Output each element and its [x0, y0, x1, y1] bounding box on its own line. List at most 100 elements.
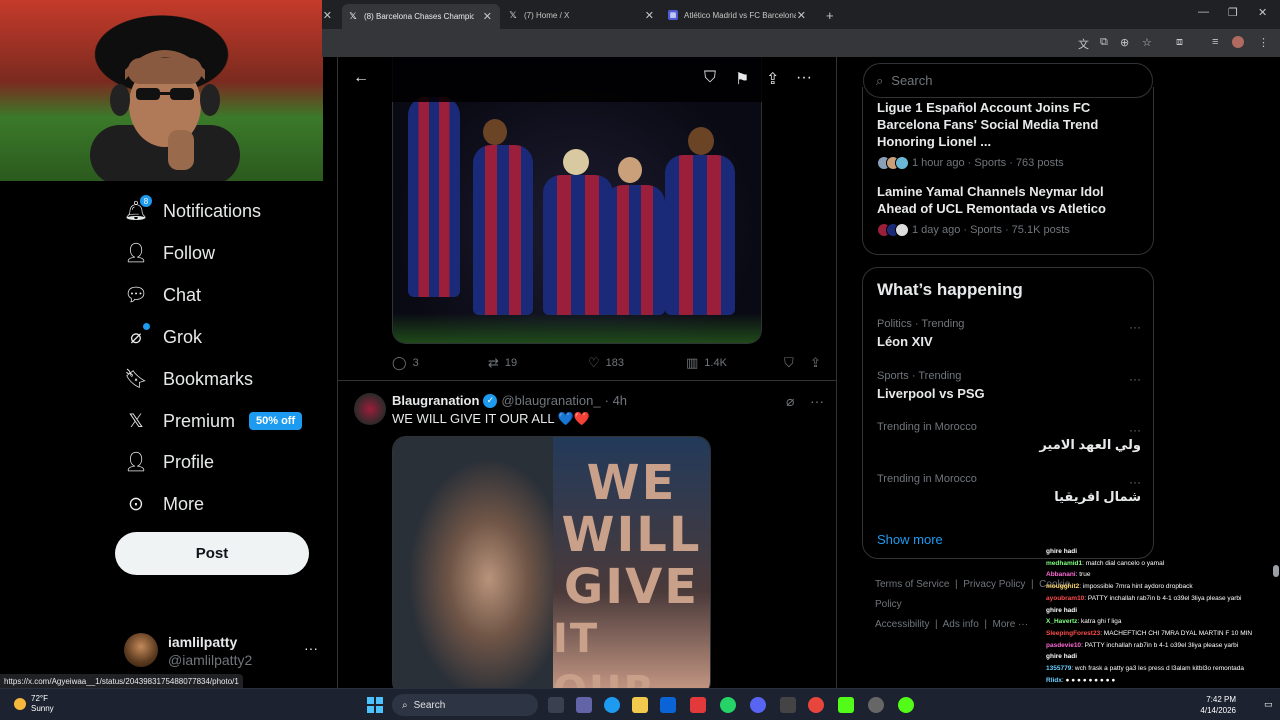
tweet-blaugranation[interactable]: Blaugranation ✓ @blaugranation_ · 4h ⌀ ·…: [338, 381, 836, 688]
close-tab-icon[interactable]: ✕: [645, 9, 654, 22]
outlook-icon[interactable]: [660, 697, 676, 713]
edge-icon[interactable]: [604, 697, 620, 713]
post-image-poster[interactable]: WE WILL GIVE IT OUR: [392, 436, 711, 688]
nav-grok[interactable]: ⌀ Grok: [124, 322, 202, 352]
avatar-stack: [877, 223, 909, 237]
chat-text: : ● ● ● ● ● ● ● ● ●: [1061, 676, 1116, 684]
nav-chat[interactable]: 💬︎ Chat: [124, 280, 201, 310]
chrome-icon[interactable]: [808, 697, 824, 713]
obs-icon[interactable]: [868, 697, 884, 713]
new-tab-button[interactable]: +: [820, 4, 840, 26]
reply-button[interactable]: ◯ 3: [392, 355, 419, 371]
chat-message: pasdevie10: PATTY inchallah rab7in b 4-1…: [1046, 640, 1280, 652]
zoom-icon[interactable]: ⊕: [1120, 36, 1129, 49]
trend-more-icon[interactable]: ···: [1129, 372, 1141, 386]
footer-link[interactable]: More ···: [993, 619, 1029, 630]
trend-item[interactable]: Politics · Trending Léon XIV ···: [877, 318, 1141, 349]
account-switcher[interactable]: iamlilpatty @iamlilpatty2 ···: [124, 632, 334, 672]
whats-happening-module: What’s happening Politics · Trending Léo…: [862, 267, 1154, 559]
nav-premium[interactable]: 𝕏 Premium 50% off: [124, 406, 303, 436]
whatsapp-icon[interactable]: [720, 697, 736, 713]
post-time[interactable]: · 4h: [605, 393, 627, 408]
browser-tab-2[interactable]: 𝕏 (7) Home / X ✕: [502, 4, 662, 26]
repost-icon: ⇄: [488, 355, 499, 370]
trend-item[interactable]: Trending in Morocco ولي العهد الامير ···: [877, 421, 1141, 453]
media-icon[interactable]: ≡: [1212, 36, 1218, 48]
profile-avatar-icon[interactable]: [1232, 36, 1244, 48]
restore-icon[interactable]: ❐: [1228, 6, 1238, 19]
nav-notifications[interactable]: 🔔︎ 8 Notifications: [124, 195, 261, 226]
tweet-text: WE WILL GIVE IT OUR ALL 💙❤️: [392, 411, 591, 426]
avatar[interactable]: [354, 393, 386, 425]
footer-link[interactable]: Terms of Service: [875, 579, 949, 590]
share-icon[interactable]: ⇪: [766, 69, 779, 89]
extensions-icon[interactable]: ⧈: [1176, 36, 1183, 49]
system-clock[interactable]: 7:42 PM 4/14/2026: [1200, 694, 1236, 716]
share-post-button[interactable]: ⇪: [810, 355, 821, 371]
news-item[interactable]: Ligue 1 Español Account Joins FC Barcelo…: [877, 99, 1145, 170]
weather-widget[interactable]: 72°F Sunny: [14, 694, 54, 714]
browser-toolbar: 文 ⧉ ⊕ ☆ ⧈ ≡ ⋮: [322, 29, 1280, 57]
footer-link[interactable]: Accessibility: [875, 619, 929, 630]
author-handle[interactable]: @blaugranation_: [501, 393, 600, 408]
trend-more-icon[interactable]: ···: [1129, 423, 1141, 437]
grok-icon[interactable]: ⌀: [786, 393, 794, 410]
browser-tab-3[interactable]: ▦ Atlético Madrid vs FC Barcelona ✕: [662, 4, 814, 26]
teams-icon[interactable]: [576, 697, 592, 713]
close-tab-icon[interactable]: ✕: [483, 10, 492, 23]
bookmark-post-button[interactable]: ⛉: [784, 355, 794, 371]
trend-item[interactable]: Sports · Trending Liverpool vs PSG ···: [877, 370, 1141, 401]
nav-bookmarks[interactable]: 🔖︎ Bookmarks: [124, 364, 253, 394]
translate-icon[interactable]: 文: [1078, 36, 1089, 52]
trend-more-icon[interactable]: ···: [1129, 475, 1141, 489]
trend-item[interactable]: Trending in Morocco شمال افريقيا ···: [877, 473, 1141, 505]
post-actions: ◯ 3 ⇄ 19 ♡ 183 ▥ 1.4K ⛉ ⇪: [392, 355, 827, 371]
start-button[interactable]: [367, 697, 383, 713]
footer-link[interactable]: Privacy Policy: [963, 579, 1025, 590]
nav-profile[interactable]: 👤︎ Profile: [124, 447, 214, 477]
back-arrow-icon[interactable]: ←: [353, 69, 369, 87]
chat-username: medhamid1: [1046, 559, 1083, 567]
post-button[interactable]: Post: [115, 532, 309, 575]
file-explorer-icon[interactable]: [632, 697, 648, 713]
news-item[interactable]: Lamine Yamal Channels Neymar Idol Ahead …: [877, 183, 1145, 237]
cast-icon[interactable]: ⧉: [1100, 36, 1108, 49]
kick-icon[interactable]: [838, 697, 854, 713]
menu-kebab-icon[interactable]: ⋮: [1258, 36, 1269, 49]
nav-more[interactable]: ⊙ More: [124, 489, 204, 519]
app-icon[interactable]: [780, 697, 796, 713]
account-name: iamlilpatty: [168, 634, 238, 650]
task-view-icon[interactable]: [548, 697, 564, 713]
views-button[interactable]: ▥ 1.4K: [686, 355, 727, 371]
author-name[interactable]: Blaugranation: [392, 393, 479, 408]
discord-icon[interactable]: [750, 697, 766, 713]
minimize-icon[interactable]: —: [1198, 6, 1209, 18]
notification-center-icon[interactable]: ▭: [1264, 699, 1273, 710]
close-tab-icon[interactable]: ✕: [797, 9, 806, 22]
show-more-link[interactable]: Show more: [877, 532, 943, 547]
nav-follow[interactable]: 👤︎ Follow: [124, 238, 215, 268]
main-timeline: ← ⛉ ⚑ ⇪ ··· ◯ 3 ⇄ 19 ♡ 183 ▥ 1.4K ⛉ ⇪ Bl…: [337, 57, 837, 688]
trend-more-icon[interactable]: ···: [1129, 320, 1141, 334]
chat-message: Abbanani: true: [1046, 569, 1280, 581]
bookmark-star-icon[interactable]: ☆: [1142, 36, 1152, 49]
browser-tab-1[interactable]: 𝕏 (8) Barcelona Chases Champion ✕: [342, 4, 500, 29]
like-button[interactable]: ♡ 183: [588, 355, 624, 371]
tab-close-prev[interactable]: ✕: [322, 4, 334, 26]
bookmark-icon[interactable]: ⛉: [704, 69, 716, 87]
more-options-icon[interactable]: ···: [810, 393, 824, 409]
close-window-icon[interactable]: ✕: [1258, 6, 1267, 19]
account-more-icon[interactable]: ···: [304, 640, 318, 656]
youtube-icon[interactable]: [690, 697, 706, 713]
streamer-figure: [90, 50, 240, 181]
taskbar-search[interactable]: ⌕ Search: [392, 694, 538, 716]
footer-link[interactable]: Ads info: [943, 619, 979, 630]
chat-username: ghire hadi: [1046, 548, 1078, 555]
player-figure: [665, 155, 735, 315]
account-handle: @iamlilpatty2: [168, 652, 253, 668]
streaming-app-icon[interactable]: [898, 697, 914, 713]
flag-icon[interactable]: ⚑: [735, 69, 749, 89]
repost-button[interactable]: ⇄ 19: [488, 355, 517, 371]
more-options-icon[interactable]: ···: [796, 69, 812, 87]
share-icon: ⇪: [810, 355, 821, 370]
